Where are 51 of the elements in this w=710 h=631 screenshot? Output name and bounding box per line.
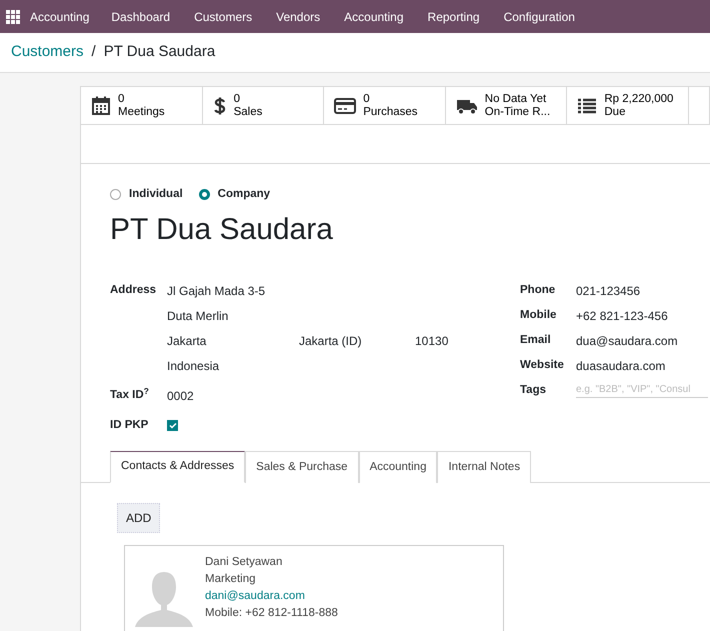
radio-button[interactable] [110,189,121,200]
contact-mobile: Mobile: +62 812-1118-888 [205,606,338,622]
app-name[interactable]: Accounting [30,8,90,26]
address-value: 10130 [415,333,450,350]
field-label: Email [520,333,552,348]
breadcrumb-link[interactable]: Customers [11,41,84,64]
partner-name: PT Dua Saudara [110,212,334,248]
address-value: Jakarta [167,333,208,350]
menu-item[interactable]: Accounting [344,8,404,26]
field-value: duasaudara.com [576,358,666,376]
menu-item[interactable]: Configuration [504,8,575,26]
field-value: +62 821-123-456 [576,308,668,326]
calendar-icon [91,96,111,116]
dollar-icon [212,96,227,116]
radio-button[interactable] [198,189,210,200]
tags-field[interactable]: e.g. "B2B", "VIP", "Consul [576,382,708,398]
field-label: Website [520,358,565,374]
app-grid-icon[interactable] [6,10,20,24]
field-label: Phone [520,283,556,298]
address-value: Duta Merlin [167,308,230,326]
credit-card-icon [334,96,356,114]
contact-card[interactable]: Dani Setyawan Marketing dani@saudara.com Mobile: +62 812-1118-888 [124,544,504,631]
contact-name: Dani Setyawan [205,554,284,570]
field-value: 0002 [167,388,194,406]
field-label: ID PKP [110,418,150,434]
field-label: Tax ID$^{?}$ [110,387,150,404]
menu-item[interactable]: Customers [194,8,252,26]
tab[interactable]: Accounting [358,451,438,482]
menu-item[interactable]: Reporting [428,8,480,26]
field-label: Tags [520,383,547,398]
tab[interactable]: Internal Notes [437,451,532,482]
radio-label[interactable]: Company [218,186,270,204]
field-value: 021-123456 [576,283,640,300]
address-value: Jl Gajah Mada 3-5 [167,283,266,300]
breadcrumb-separator: / [92,42,96,62]
checkbox[interactable] [167,420,178,432]
menu-item[interactable]: Vendors [276,8,320,26]
address-value: Jakarta (ID) [299,333,363,350]
add-button[interactable]: ADD [117,502,160,532]
field-label: Address [110,283,158,298]
tab[interactable]: Contacts & Addresses [110,451,246,482]
tab[interactable]: Sales & Purchase [245,451,359,482]
contact-function: Marketing [205,572,256,587]
list-icon [577,96,598,114]
menu-item[interactable]: Dashboard [111,8,170,26]
breadcrumb-current: PT Dua Saudara [104,42,216,62]
field-label: Mobile [520,308,558,324]
field-value: dua@saudara.com [576,333,678,350]
address-value: Indonesia [167,358,220,376]
radio-label[interactable]: Individual [129,186,183,204]
contact-email[interactable]: dani@saudara.com [205,588,338,606]
